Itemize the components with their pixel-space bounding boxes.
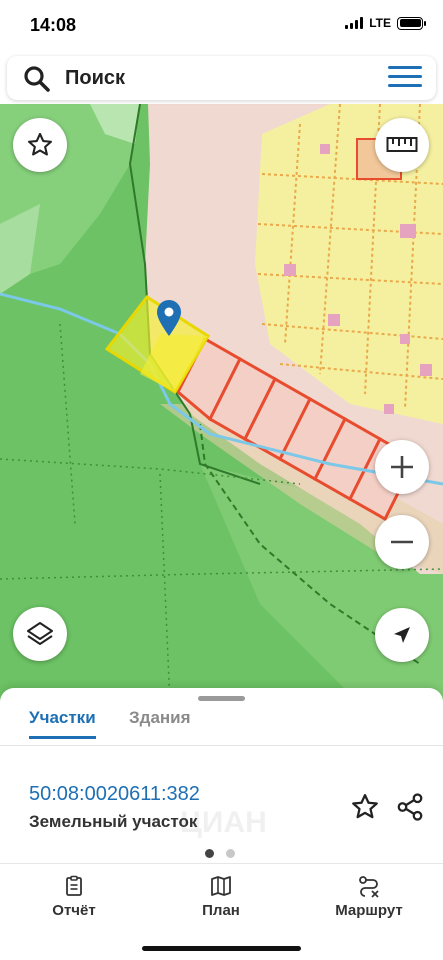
page-indicator (205, 849, 235, 858)
zoom-out-icon (391, 540, 413, 544)
zoom-in-button[interactable] (375, 440, 429, 494)
layers-icon (27, 622, 53, 645)
page-dot (226, 849, 235, 858)
nav-plan-label: План (202, 902, 240, 919)
sheet-tabs: Участки Здания (0, 706, 443, 746)
network-type: LTE (369, 16, 391, 30)
search-bar[interactable]: Поиск (7, 56, 436, 100)
search-input[interactable]: Поиск (65, 67, 125, 90)
bottom-nav: Отчёт План Маршрут (0, 863, 443, 960)
star-icon (27, 132, 53, 156)
favorite-star-icon[interactable] (350, 792, 380, 822)
map-view[interactable] (0, 104, 443, 704)
status-time: 14:08 (30, 15, 77, 35)
ruler-icon (386, 137, 418, 152)
layers-button[interactable] (13, 607, 67, 661)
page-dot-active (205, 849, 214, 858)
favorite-button[interactable] (13, 118, 67, 172)
report-icon (66, 875, 82, 896)
zoom-out-button[interactable] (375, 515, 429, 569)
navigation-arrow-icon (394, 627, 410, 643)
nav-report[interactable]: Отчёт (14, 874, 134, 920)
battery-icon (397, 16, 426, 30)
signal-icon (345, 17, 364, 29)
map-canvas[interactable] (0, 104, 443, 704)
search-icon[interactable] (23, 65, 51, 93)
status-bar: 14:08 LTE (0, 0, 443, 52)
status-indicators: LTE (345, 16, 426, 30)
tab-parcels[interactable]: Участки (29, 708, 96, 739)
home-indicator (142, 946, 301, 951)
share-icon[interactable] (395, 792, 425, 822)
zoom-in-icon (391, 456, 413, 478)
ruler-button[interactable] (375, 118, 429, 172)
map-plan-icon (211, 876, 231, 896)
nav-report-label: Отчёт (52, 902, 96, 919)
cadastral-number-link[interactable]: 50:08:0020611:382 (29, 783, 200, 806)
route-icon (359, 876, 379, 898)
nav-route-label: Маршрут (335, 902, 403, 919)
nav-plan[interactable]: План (161, 874, 281, 920)
nav-route[interactable]: Маршрут (309, 874, 429, 920)
sheet-drag-handle[interactable] (198, 696, 245, 701)
menu-icon[interactable] (388, 66, 422, 90)
tab-buildings[interactable]: Здания (129, 708, 191, 738)
my-location-button[interactable] (375, 608, 429, 662)
parcel-type: Земельный участок (29, 812, 198, 831)
